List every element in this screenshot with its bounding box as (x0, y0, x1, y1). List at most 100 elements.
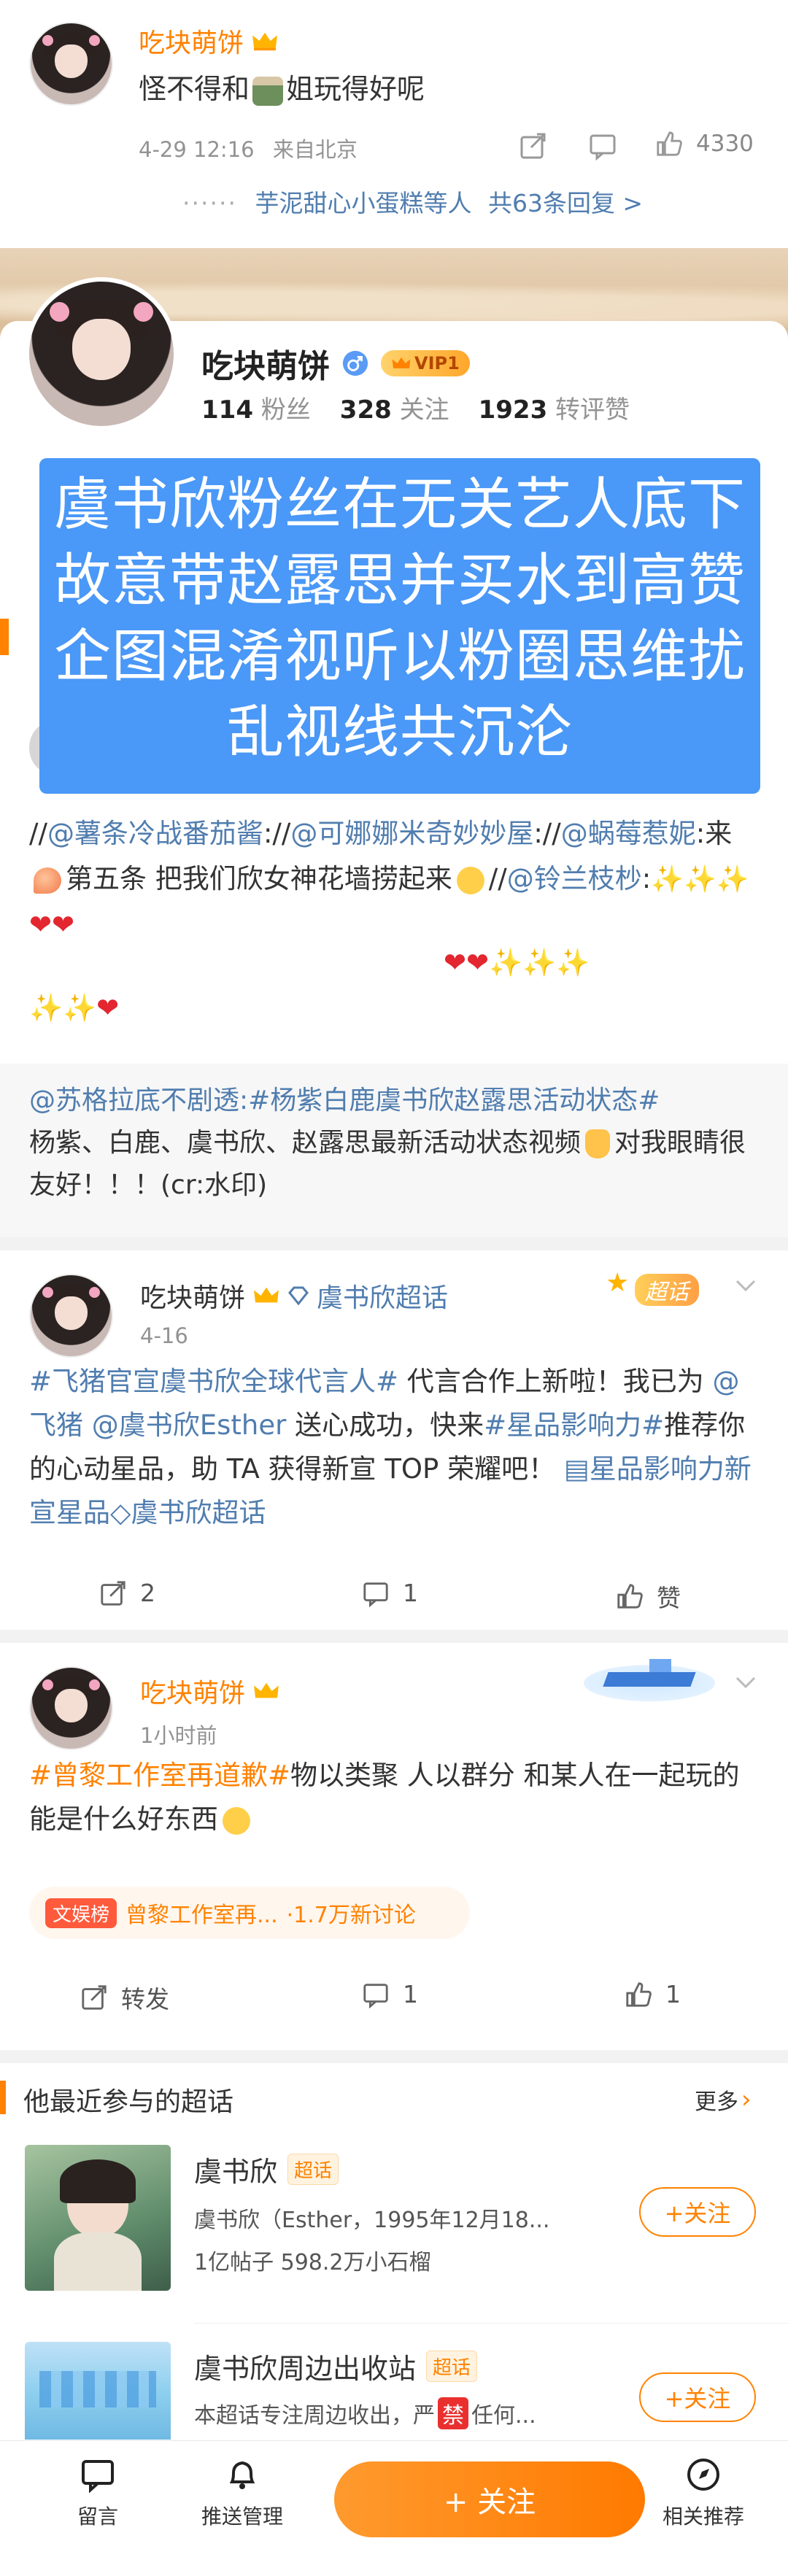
topic-link[interactable]: :#杨紫白鹿虞书欣赵露思活动状态# (239, 1086, 660, 1115)
mention-link[interactable]: @铃兰枝杪 (507, 863, 642, 894)
repost-stat: 1923 转评赞 (478, 395, 630, 425)
bottom-bar: 留言 推送管理 + 关注 相关推荐 (0, 2440, 788, 2576)
like-icon[interactable] (655, 130, 683, 158)
diamond-icon (288, 1286, 309, 1305)
section-title: 他最近参与的超话 (23, 2087, 234, 2117)
star-icon: ★ (606, 1268, 630, 1298)
mention-link[interactable]: @薯条冷战番茄酱 (47, 818, 263, 849)
crown-icon (254, 1287, 279, 1303)
share-icon[interactable] (518, 131, 547, 160)
ship-decoration-icon (569, 1643, 730, 1713)
sparkle-emoji-icon: ✨✨✨ (651, 865, 749, 894)
overlay-text-box: 虞书欣粉丝在无关艺人底下故意带赵露思并买水到高赞企图混淆视听以粉圈思维扰乱视线共… (39, 458, 760, 794)
supertopic-stats: 1亿帖子 598.2万小石榴 (194, 2250, 431, 2275)
post-username[interactable]: 吃块萌饼 (140, 1672, 245, 1710)
comment-like-count: 4330 (696, 131, 754, 157)
bell-icon (229, 2461, 255, 2489)
repost-count: 2 (140, 1579, 155, 1607)
related-tab[interactable]: 相关推荐 (652, 2456, 754, 2530)
comment-icon[interactable] (362, 1981, 390, 2008)
crown-icon (392, 357, 411, 368)
supertopic-badge: 超话 (426, 2351, 478, 2382)
link-icon: ▤ (563, 1453, 590, 1485)
male-icon (342, 350, 368, 376)
hearts-row-2: ✨✨❤ (29, 992, 120, 1024)
repost-icon[interactable] (99, 1579, 127, 1607)
crown-icon (252, 32, 277, 51)
quoted-post[interactable]: @苏格拉底不剧透:#杨紫白鹿虞书欣赵露思活动状态# 杨紫、白鹿、虞书欣、赵露思最… (0, 1064, 788, 1237)
like-icon[interactable] (625, 1981, 652, 2008)
avatar[interactable] (29, 1274, 113, 1358)
hot-topic-chip[interactable]: 文娱榜 曾黎工作室再... ·1.7万新讨论 (29, 1887, 470, 1939)
mention-link[interactable]: @虞书欣Esther (92, 1409, 287, 1441)
follow-stat[interactable]: 328 关注 (340, 390, 449, 425)
hot-title: 曾黎工作室再... (125, 1903, 278, 1928)
replies-count[interactable]: 共63条回复 > (488, 189, 643, 217)
chevron-down-icon[interactable] (733, 1272, 759, 1299)
comment-text-tail: 姐玩得好呢 (286, 73, 425, 105)
topic-link[interactable]: #星品影响力# (484, 1409, 664, 1441)
supertopic-name: 虞书欣周边出收站 (194, 2353, 417, 2385)
comment-username[interactable]: 吃块萌饼 (139, 22, 244, 60)
hot-count: ·1.7万新讨论 (286, 1903, 416, 1928)
chevron-right-icon[interactable]: › (741, 2085, 752, 2114)
chevron-down-icon[interactable] (733, 1669, 759, 1695)
supertopic-badge: 超话 (287, 2154, 339, 2185)
like-icon[interactable] (616, 1582, 644, 1610)
avatar[interactable] (29, 22, 113, 106)
vip-badge: VIP1 (381, 350, 470, 376)
follow-main-button[interactable]: + 关注 (334, 2461, 645, 2537)
supertopic-item[interactable]: 虞书欣周边出收站 超话 本超话专注周边收出，严 禁 任何... +关注 (0, 2342, 788, 2444)
comment-card: 吃块萌饼 怪不得和 姐玩得好呢 4-29 12:16 来自北京 4330 ····… (0, 0, 788, 248)
supertopic-desc: 本超话专注周边收出，严 (194, 2403, 435, 2429)
topic-link[interactable]: #飞猪官宣虞书欣全球代言人# (29, 1366, 398, 1397)
like-label: 赞 (657, 1584, 681, 1612)
like-count: 1 (665, 1980, 681, 2008)
peach-emoji-icon (34, 867, 61, 894)
push-settings-tab[interactable]: 推送管理 (191, 2456, 293, 2530)
reply-dots: ······ (182, 189, 237, 217)
mention-link[interactable]: @可娜娜米奇妙妙屋 (290, 818, 533, 849)
forbidden-badge: 禁 (438, 2397, 468, 2429)
overlay-text: 虞书欣粉丝在无关艺人底下故意带赵露思并买水到高赞企图混淆视听以粉圈思维扰乱视线共… (53, 472, 746, 765)
follow-button[interactable]: +关注 (639, 2187, 756, 2237)
repost-icon[interactable] (80, 1984, 108, 2011)
comment-text: 怪不得和 (139, 73, 250, 105)
profile-avatar[interactable] (25, 277, 178, 430)
post4-card: 吃块萌饼 1小时前 #曾黎工作室再道歉#物以类聚 人以群分 和某人在一起玩的能是… (0, 1643, 788, 2050)
comment-icon[interactable] (588, 131, 617, 160)
message-icon (82, 2460, 114, 2494)
supertopic-name: 虞书欣 (194, 2156, 278, 2188)
post-time: 1小时前 (140, 1723, 217, 1748)
wink-emoji-icon (456, 866, 484, 894)
crown-icon (254, 1682, 279, 1698)
point-down-emoji-icon (585, 1129, 611, 1159)
supertopic-thumbnail (25, 2145, 171, 2291)
comment-tab[interactable]: 留言 (47, 2456, 149, 2530)
thinking-emoji-icon (223, 1806, 250, 1835)
avatar[interactable] (29, 1666, 113, 1750)
comment-count: 1 (403, 1579, 418, 1607)
tea-emoji-icon (252, 76, 284, 106)
compass-icon (687, 2459, 719, 2491)
supertopic-item[interactable]: 虞书欣 超话 虞书欣（Esther，1995年12月18... 1亿帖子 598… (0, 2145, 788, 2298)
comment-location: 来自北京 (272, 137, 358, 162)
diamond-icon: ◇ (110, 1497, 131, 1528)
mention-link[interactable]: @苏格拉底不剧透 (29, 1086, 239, 1115)
post-username[interactable]: 吃块萌饼 (140, 1277, 245, 1315)
heart-emoji-icon: ❤❤ (29, 909, 75, 940)
follow-button[interactable]: +关注 (639, 2372, 756, 2422)
supertopic-desc: 虞书欣（Esther，1995年12月18... (194, 2208, 550, 2233)
topic-link[interactable]: #曾黎工作室再道歉# (29, 1760, 290, 1791)
comment-time: 4-29 12:16 (139, 137, 255, 162)
fans-stat[interactable]: 114 粉丝 (201, 390, 311, 425)
supertopic-link[interactable]: 虞书欣超话 (317, 1277, 448, 1315)
supertopics-section: 他最近参与的超话 更多 › 虞书欣 超话 虞书欣（Esther，1995年12月… (0, 2063, 788, 2442)
supertopic-link[interactable]: 虞书欣超话 (131, 1497, 266, 1528)
more-link[interactable]: 更多 (695, 2084, 738, 2116)
hearts-row: ❤❤✨✨✨ (444, 947, 590, 978)
post3-card: 吃块萌饼 虞书欣超话 4-16 ★ 超话 #飞猪官宣虞书欣全球代言人# 代言合作… (0, 1250, 788, 1630)
replies-users[interactable]: 芋泥甜心小蛋糕等人 (255, 189, 471, 217)
mention-link[interactable]: @蜗莓惹妮 (561, 818, 696, 849)
comment-icon[interactable] (362, 1579, 390, 1607)
